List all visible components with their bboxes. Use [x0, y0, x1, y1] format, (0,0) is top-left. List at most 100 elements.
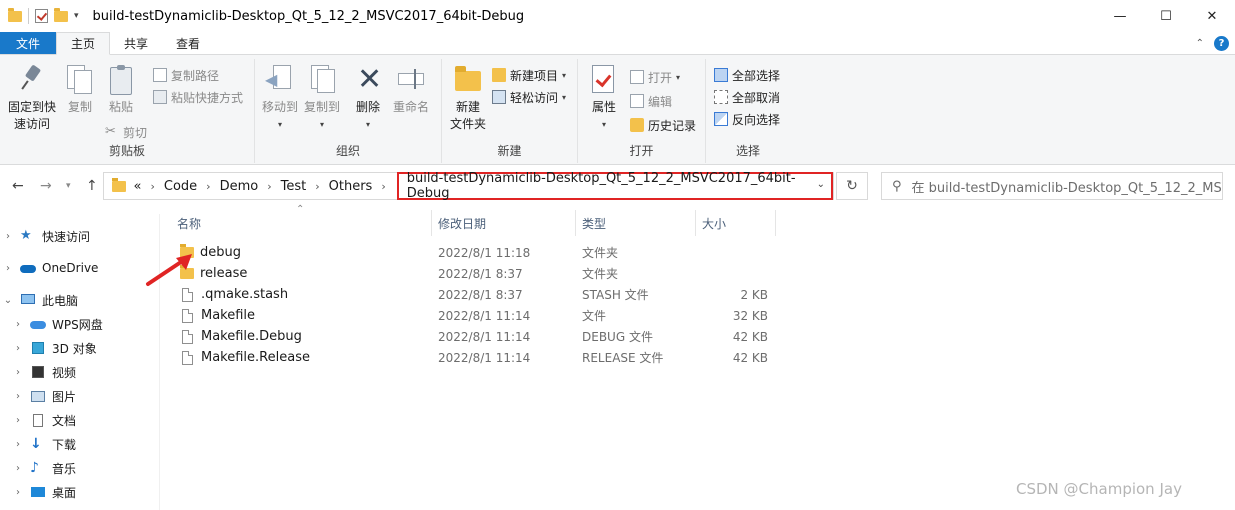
cut-button[interactable]: ✂ 剪切 [105, 122, 147, 142]
easy-access-button[interactable]: 轻松访问 ▾ [492, 87, 566, 107]
open-button[interactable]: 打开 ▾ [630, 67, 680, 87]
back-icon[interactable]: ← [12, 178, 24, 194]
chevron-right-icon[interactable]: › [206, 180, 210, 193]
file-name-cell[interactable]: Makefile.Debug [180, 326, 302, 347]
help-icon[interactable]: ? [1214, 36, 1229, 51]
file-icon [182, 329, 193, 344]
chevron-right-icon[interactable]: › [2, 263, 14, 274]
download-icon: ↓ [30, 436, 42, 452]
delete-dropdown-icon: ▾ [365, 120, 370, 129]
tab-view[interactable]: 查看 [162, 32, 214, 54]
nav-downloads[interactable]: › ↓ 下载 [12, 433, 76, 455]
nav-3d-objects[interactable]: › 3D 对象 [12, 337, 97, 359]
chevron-right-icon[interactable]: › [150, 180, 154, 193]
nav-quick-access[interactable]: › ★ 快速访问 [2, 225, 90, 247]
new-folder-button[interactable]: 新建 文件夹 [446, 63, 490, 133]
rename-button[interactable]: 重命名 [391, 63, 431, 116]
nav-desktop[interactable]: › 桌面 [12, 481, 76, 503]
chevron-right-icon[interactable]: › [267, 180, 271, 193]
folder-icon[interactable] [8, 7, 22, 22]
column-header-type[interactable]: 类型 [576, 210, 696, 236]
chevron-right-icon[interactable]: › [12, 343, 24, 354]
chevron-right-icon[interactable]: › [12, 487, 24, 498]
nav-this-pc[interactable]: ⌄ 此电脑 [2, 289, 78, 311]
breadcrumb-overflow[interactable]: « [134, 179, 142, 194]
address-history-dropdown-icon[interactable]: ⌄ [817, 179, 825, 190]
nav-pictures[interactable]: › 图片 [12, 385, 76, 407]
file-row[interactable]: release 2022/8/1 8:37 文件夹 [170, 263, 780, 284]
delete-button[interactable]: ✕ 删除 ▾ [351, 63, 385, 133]
properties-label: 属性 [591, 100, 616, 114]
chevron-right-icon[interactable]: › [12, 319, 24, 330]
file-row[interactable]: Makefile.Debug 2022/8/1 11:14 DEBUG 文件 4… [170, 326, 780, 347]
minimize-button[interactable]: — [1097, 0, 1143, 32]
paste-button[interactable]: 粘贴 [103, 63, 139, 116]
nav-documents[interactable]: › 文档 [12, 409, 76, 431]
column-header-size[interactable]: 大小 [696, 210, 776, 236]
copy-to-button[interactable]: 复制到 ▾ [303, 63, 341, 133]
breadcrumb-current[interactable]: build-testDynamiclib-Desktop_Qt_5_12_2_M… [396, 171, 833, 201]
chevron-right-icon[interactable]: › [12, 439, 24, 450]
new-folder-icon[interactable] [54, 7, 68, 22]
new-item-button[interactable]: 新建项目 ▾ [492, 65, 566, 85]
file-name: .qmake.stash [201, 287, 289, 302]
nav-label: 3D 对象 [52, 341, 97, 356]
breadcrumb-code[interactable]: Code [164, 179, 197, 194]
nav-label: 视频 [52, 365, 77, 380]
select-group-label: 选择 [735, 144, 760, 158]
copy-path-button[interactable]: 复制路径 [153, 65, 219, 85]
address-bar[interactable]: « › Code › Demo › Test › Others › build-… [103, 171, 834, 201]
close-button[interactable]: ✕ [1189, 0, 1235, 32]
nav-videos[interactable]: › 视频 [12, 361, 76, 383]
chevron-down-icon[interactable]: ⌄ [2, 295, 14, 306]
chevron-right-icon[interactable]: › [2, 231, 14, 242]
column-header-name[interactable]: 名称 [171, 210, 432, 236]
breadcrumb-demo[interactable]: Demo [220, 179, 259, 194]
customize-dropdown-icon[interactable]: ▾ [74, 11, 79, 21]
chevron-right-icon[interactable]: › [315, 180, 319, 193]
chevron-right-icon[interactable]: › [12, 415, 24, 426]
chevron-right-icon[interactable]: › [12, 463, 24, 474]
maximize-button[interactable]: ☐ [1143, 0, 1189, 32]
breadcrumb-others[interactable]: Others [329, 179, 373, 194]
column-header-date[interactable]: 修改日期 [432, 210, 576, 236]
file-name-cell[interactable]: Makefile.Release [180, 347, 310, 368]
chevron-right-icon[interactable]: › [12, 391, 24, 402]
tab-share[interactable]: 共享 [110, 32, 162, 54]
file-name: Makefile [201, 308, 256, 323]
up-icon[interactable]: ↑ [86, 178, 98, 194]
file-row[interactable]: .qmake.stash 2022/8/1 8:37 STASH 文件 2 KB [170, 284, 780, 305]
nav-wps[interactable]: › WPS网盘 [12, 313, 103, 335]
select-all-button[interactable]: 全部选择 [714, 65, 780, 85]
forward-icon[interactable]: → [40, 178, 52, 194]
collapse-ribbon-icon[interactable]: ⌃ [1196, 38, 1204, 49]
file-row[interactable]: Makefile 2022/8/1 11:14 文件 32 KB [170, 305, 780, 326]
breadcrumb-test[interactable]: Test [281, 179, 307, 194]
select-none-button[interactable]: 全部取消 [714, 87, 780, 107]
nav-onedrive[interactable]: › OneDrive [2, 257, 98, 279]
chevron-right-icon[interactable]: › [12, 367, 24, 378]
properties-icon[interactable] [35, 9, 48, 23]
refresh-button[interactable]: ↻ [836, 172, 868, 200]
edit-button[interactable]: 编辑 [630, 91, 672, 111]
chevron-right-icon[interactable]: › [381, 180, 385, 193]
recent-dropdown-icon[interactable]: ▾ [66, 181, 71, 191]
properties-button[interactable]: 属性 ▾ [586, 63, 622, 133]
file-row[interactable]: Makefile.Release 2022/8/1 11:14 RELEASE … [170, 347, 780, 368]
scissors-icon: ✂ [105, 124, 116, 139]
file-row[interactable]: debug 2022/8/1 11:18 文件夹 [170, 242, 780, 263]
nav-music[interactable]: › ♪ 音乐 [12, 457, 76, 479]
pin-quick-access-button[interactable]: 固定到快 速访问 [6, 63, 58, 133]
move-to-button[interactable]: ◀ 移动到 ▾ [261, 63, 299, 133]
copy-button[interactable]: 复制 [62, 63, 98, 116]
file-icon [182, 308, 193, 323]
tab-home[interactable]: 主页 [56, 32, 111, 55]
history-button[interactable]: 历史记录 [630, 115, 696, 135]
tab-file[interactable]: 文件 [0, 32, 57, 54]
invert-selection-button[interactable]: 反向选择 [714, 109, 780, 129]
paste-shortcut-button[interactable]: 粘贴快捷方式 [153, 87, 243, 107]
nav-label: 文档 [52, 413, 77, 428]
copy-to-icon [307, 63, 337, 95]
file-name-cell[interactable]: Makefile [180, 305, 255, 326]
search-box[interactable]: ⚲ 在 build-testDynamiclib-Desktop_Qt_5_12… [881, 172, 1223, 200]
